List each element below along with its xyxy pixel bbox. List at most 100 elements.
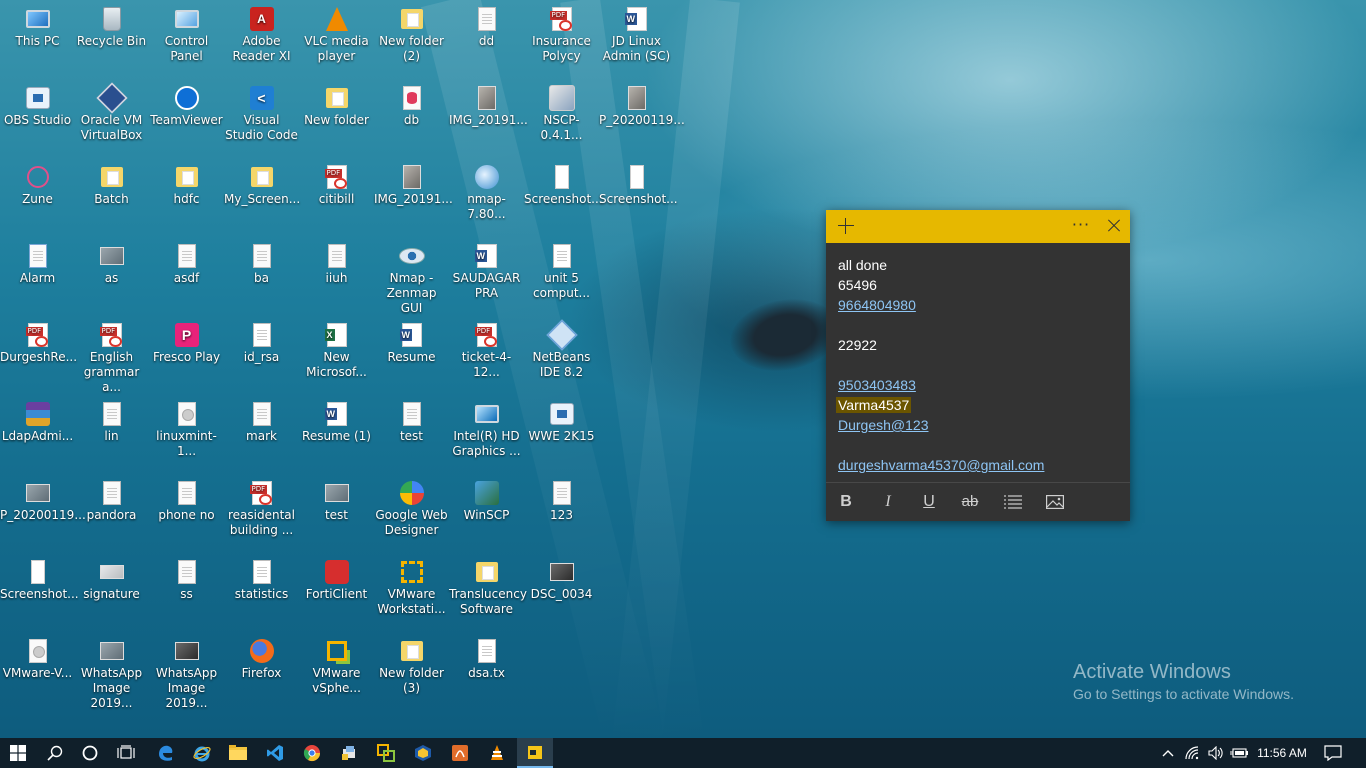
- taskbar-edge[interactable]: [148, 738, 184, 768]
- desktop-icon[interactable]: phone no: [149, 474, 224, 553]
- battery-tray-button[interactable]: [1228, 738, 1250, 768]
- desktop-icon[interactable]: < Visual Studio Code: [224, 79, 299, 158]
- desktop-icon[interactable]: Screenshot...: [0, 553, 79, 632]
- desktop-icon[interactable]: New Microsof...: [299, 316, 374, 395]
- taskbar-file-explorer[interactable]: [220, 738, 256, 768]
- desktop-icon[interactable]: Resume (1): [299, 395, 374, 474]
- taskbar-adobe-reader[interactable]: [442, 738, 478, 768]
- desktop-icon[interactable]: JD Linux Admin (SC): [599, 0, 674, 79]
- volume-tray-button[interactable]: [1205, 738, 1227, 768]
- more-options-button[interactable]: ···: [1068, 214, 1094, 238]
- desktop-icon[interactable]: My_Screen...: [224, 158, 300, 237]
- desktop-icon[interactable]: IMG_20191...: [449, 79, 528, 158]
- bullet-list-button[interactable]: [1002, 491, 1024, 513]
- desktop-icon[interactable]: test: [374, 395, 449, 474]
- desktop-icon[interactable]: Oracle VM VirtualBox: [74, 79, 149, 158]
- desktop-icon[interactable]: DurgeshRe...: [0, 316, 77, 395]
- desktop-icon[interactable]: This PC: [0, 0, 75, 79]
- desktop-icon[interactable]: P Fresco Play: [149, 316, 224, 395]
- desktop-icon[interactable]: Control Panel: [149, 0, 224, 79]
- desktop-icon[interactable]: unit 5 comput...: [524, 237, 599, 316]
- desktop-icon[interactable]: hdfc: [149, 158, 224, 237]
- desktop-icon[interactable]: WWE 2K15: [524, 395, 599, 474]
- desktop-icon[interactable]: VMware vSphe...: [299, 632, 374, 711]
- desktop-icon[interactable]: mark: [224, 395, 299, 474]
- italic-button[interactable]: I: [877, 491, 899, 513]
- strikethrough-button[interactable]: ab: [959, 491, 981, 513]
- desktop-icon[interactable]: pandora: [74, 474, 149, 553]
- desktop-icon[interactable]: TeamViewer: [149, 79, 224, 158]
- desktop-icon[interactable]: dd: [449, 0, 524, 79]
- desktop-icon[interactable]: WinSCP: [449, 474, 524, 553]
- sticky-note-text-area[interactable]: all done 65496 9664804980 22922 9503403483 Va…: [826, 243, 1130, 495]
- desktop-icon[interactable]: lin: [74, 395, 149, 474]
- show-hidden-icons-button[interactable]: [1158, 738, 1178, 768]
- desktop-icon[interactable]: VMware-V...: [0, 632, 75, 711]
- taskbar-virtualbox[interactable]: [405, 738, 441, 768]
- taskbar-internet-explorer[interactable]: [184, 738, 220, 768]
- desktop-icon[interactable]: statistics: [224, 553, 299, 632]
- desktop-icon[interactable]: Screenshot...: [599, 158, 678, 237]
- taskbar-vscode[interactable]: [257, 738, 293, 768]
- desktop-icon[interactable]: linuxmint-1...: [149, 395, 224, 474]
- desktop-icon[interactable]: English grammar a...: [74, 316, 149, 395]
- desktop-icon[interactable]: Firefox: [224, 632, 299, 711]
- taskbar-vlc[interactable]: [479, 738, 515, 768]
- desktop-icon[interactable]: dsa.tx: [449, 632, 524, 711]
- taskbar-app[interactable]: [331, 738, 367, 768]
- desktop-icon[interactable]: Translucency Software: [449, 553, 527, 632]
- desktop-icon[interactable]: Batch: [74, 158, 149, 237]
- task-view-button[interactable]: [108, 738, 144, 768]
- desktop-icon[interactable]: test: [299, 474, 374, 553]
- desktop-icon[interactable]: WhatsApp Image 2019...: [74, 632, 149, 711]
- desktop-icon[interactable]: ticket-4-12...: [449, 316, 524, 395]
- desktop-icon[interactable]: Insurance Polycy: [524, 0, 599, 79]
- desktop-icon[interactable]: SAUDAGAR PRA: [449, 237, 524, 316]
- sticky-note-window[interactable]: ··· all done 65496 9664804980 22922 95034034…: [826, 210, 1130, 521]
- desktop-icon[interactable]: P_20200119...: [0, 474, 86, 553]
- desktop-icon[interactable]: citibill: [299, 158, 374, 237]
- start-button[interactable]: [0, 738, 36, 768]
- desktop-icon[interactable]: asdf: [149, 237, 224, 316]
- desktop-icon[interactable]: db: [374, 79, 449, 158]
- desktop-icon[interactable]: id_rsa: [224, 316, 299, 395]
- desktop-icon[interactable]: Alarm: [0, 237, 75, 316]
- desktop-icon[interactable]: VLC media player: [299, 0, 374, 79]
- sticky-note-header[interactable]: ···: [826, 210, 1130, 243]
- desktop-icon[interactable]: New folder: [299, 79, 374, 158]
- desktop-icon[interactable]: Recycle Bin: [74, 0, 149, 79]
- desktop-icon[interactable]: Nmap - Zenmap GUI: [374, 237, 449, 316]
- desktop-icon[interactable]: Screenshot...: [524, 158, 603, 237]
- search-button[interactable]: [37, 738, 73, 768]
- desktop-icon[interactable]: IMG_20191...: [374, 158, 453, 237]
- desktop-icon[interactable]: reasidental building ...: [224, 474, 299, 553]
- desktop-icon[interactable]: P_20200119...: [599, 79, 685, 158]
- desktop-icon[interactable]: iiuh: [299, 237, 374, 316]
- action-center-button[interactable]: [1318, 738, 1348, 768]
- insert-image-button[interactable]: [1044, 491, 1066, 513]
- note-link[interactable]: 9664804980: [838, 297, 916, 313]
- taskbar-chrome[interactable]: [294, 738, 330, 768]
- desktop-icon[interactable]: nmap-7.80...: [449, 158, 524, 237]
- desktop-icon[interactable]: signature: [74, 553, 149, 632]
- close-note-button[interactable]: [1102, 214, 1126, 238]
- desktop-icon[interactable]: Resume: [374, 316, 449, 395]
- desktop-icon[interactable]: NetBeans IDE 8.2: [524, 316, 599, 395]
- clock[interactable]: 11:56 AM: [1253, 738, 1311, 768]
- note-link[interactable]: 9503403483: [838, 377, 916, 393]
- note-link[interactable]: durgeshvarma45370@gmail.com: [838, 457, 1044, 473]
- note-link[interactable]: Durgesh@123: [838, 417, 929, 433]
- taskbar-vmware[interactable]: [368, 738, 404, 768]
- desktop-icon[interactable]: ss: [149, 553, 224, 632]
- desktop-icon[interactable]: LdapAdmi...: [0, 395, 75, 474]
- desktop-icon[interactable]: Intel(R) HD Graphics ...: [449, 395, 524, 474]
- network-tray-button[interactable]: [1182, 738, 1204, 768]
- desktop-icon[interactable]: as: [74, 237, 149, 316]
- desktop-icon[interactable]: 123: [524, 474, 599, 553]
- desktop-icon[interactable]: New folder (2): [374, 0, 449, 79]
- desktop-icon[interactable]: OBS Studio: [0, 79, 75, 158]
- desktop-icon[interactable]: NSCP-0.4.1...: [524, 79, 599, 158]
- bold-button[interactable]: B: [835, 491, 857, 513]
- cortana-button[interactable]: [72, 738, 108, 768]
- desktop-icon[interactable]: VMware Workstati...: [374, 553, 449, 632]
